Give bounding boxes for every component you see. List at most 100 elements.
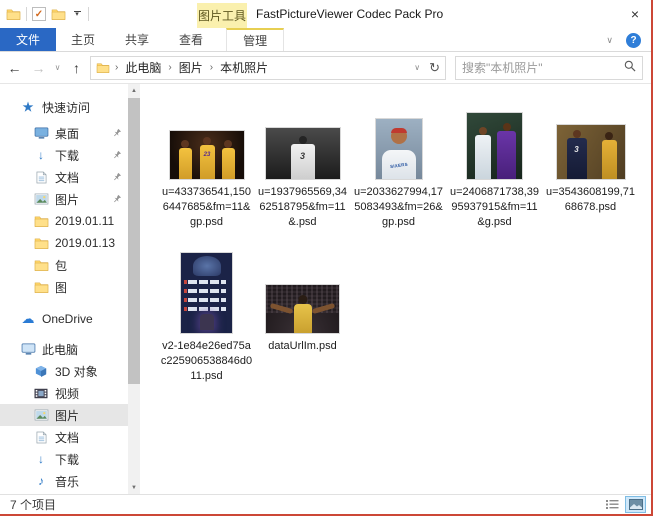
- back-button[interactable]: ←: [4, 60, 25, 76]
- file-item-7[interactable]: dataUrlIm.psd: [258, 248, 347, 384]
- picture-tools-contextual-header[interactable]: 图片工具: [197, 3, 247, 28]
- scrollbar-thumb[interactable]: [128, 98, 140, 384]
- breadcrumb-current-folder[interactable]: 本机照片: [218, 59, 270, 76]
- breadcrumb-pictures[interactable]: 图片: [177, 59, 205, 76]
- sidebar-item-label: 图: [55, 279, 67, 296]
- sidebar-item-label: 视频: [55, 385, 79, 402]
- sidebar-item-label: OneDrive: [42, 312, 93, 326]
- tab-view[interactable]: 查看: [166, 28, 216, 51]
- sidebar-item-folder-2019-01-13[interactable]: 2019.01.13: [0, 232, 128, 254]
- player-figure: [200, 314, 214, 330]
- quick-access-toolbar: ✓ ▾: [0, 0, 89, 28]
- breadcrumb-this-pc[interactable]: 此电脑: [123, 59, 163, 76]
- tab-home[interactable]: 主页: [58, 28, 108, 51]
- breadcrumb-separator: ›: [168, 62, 171, 73]
- sidebar-item-folder-tu[interactable]: 图: [0, 276, 128, 298]
- breadcrumb-separator: ›: [115, 62, 118, 73]
- close-button[interactable]: ×: [619, 0, 651, 28]
- file-item-5[interactable]: 3 u=3543608199,7168678.psd: [546, 102, 635, 230]
- star-icon: ★: [20, 100, 36, 114]
- file-thumbnail: [265, 284, 340, 334]
- sidebar-item-onedrive[interactable]: ☁ OneDrive: [0, 308, 128, 330]
- caret-down-icon: ▾: [75, 12, 79, 18]
- file-item-4[interactable]: u=2406871738,3995937915&fm=11&g.psd: [450, 102, 539, 230]
- up-button[interactable]: ↑: [66, 60, 87, 76]
- status-bar: 7 个项目: [0, 494, 651, 514]
- this-pc-icon: [20, 343, 36, 355]
- sidebar-scrollbar[interactable]: ▲ ▼: [128, 84, 140, 494]
- file-item-6[interactable]: v2-1e84e26ed75ac225906538846d011.psd: [162, 248, 251, 384]
- minimize-button[interactable]: [555, 0, 587, 28]
- file-item-2[interactable]: 3 u=1937965569,3462518795&fm=11&.psd: [258, 102, 347, 230]
- jersey-number: 3: [291, 151, 315, 161]
- video-icon: [33, 388, 49, 399]
- view-toggle-buttons: [602, 496, 646, 513]
- file-item-3[interactable]: SIXERS u=2033627994,175083493&fm=26&gp.p…: [354, 102, 443, 230]
- sidebar-item-folder-bao[interactable]: 包: [0, 254, 128, 276]
- tab-manage[interactable]: 管理: [226, 28, 284, 51]
- folder-icon: [33, 281, 49, 293]
- customize-toolbar-caret-icon[interactable]: ▾: [71, 11, 83, 18]
- sidebar-item-pictures[interactable]: 图片: [0, 188, 128, 210]
- search-box[interactable]: [455, 56, 643, 80]
- refresh-icon[interactable]: ↻: [429, 60, 440, 76]
- jersey-number: 23: [200, 152, 215, 158]
- pictures-icon: [33, 193, 49, 205]
- file-name: dataUrlIm.psd: [257, 339, 349, 354]
- expand-ribbon-chevron-icon[interactable]: ∨: [606, 35, 613, 46]
- scroll-down-icon[interactable]: ▼: [128, 481, 140, 494]
- breadcrumb[interactable]: › 此电脑 › 图片 › 本机照片 ∨ ↻: [90, 56, 446, 80]
- sidebar-item-documents[interactable]: 文档: [0, 166, 128, 188]
- large-icons-view-button[interactable]: [625, 496, 646, 513]
- properties-check-icon[interactable]: ✓: [32, 7, 46, 21]
- sidebar-item-3d-objects[interactable]: 3D 对象: [0, 360, 128, 382]
- location-folder-icon: [96, 62, 110, 73]
- details-view-button[interactable]: [602, 496, 623, 513]
- sidebar-item-label: 此电脑: [42, 341, 78, 358]
- desktop-icon: [33, 127, 49, 139]
- address-right-controls: ∨ ↻: [414, 60, 440, 76]
- scroll-up-icon[interactable]: ▲: [128, 84, 140, 97]
- sidebar-item-documents-this-pc[interactable]: 文档: [0, 426, 128, 448]
- sidebar-item-videos[interactable]: 视频: [0, 382, 128, 404]
- player-figure: [294, 304, 312, 334]
- document-icon: [33, 171, 49, 184]
- sidebar-item-music[interactable]: ♪ 音乐: [0, 470, 128, 492]
- sidebar-item-this-pc[interactable]: 此电脑: [0, 338, 128, 360]
- sidebar-item-label: 下载: [55, 451, 79, 468]
- player-figure: 23: [200, 145, 215, 180]
- cloud-icon: ☁: [20, 311, 36, 327]
- file-item-1[interactable]: 23 u=433736541,1506447685&fm=11&gp.psd: [162, 102, 251, 230]
- help-icon[interactable]: ?: [626, 33, 641, 48]
- pin-icon: [113, 194, 122, 203]
- search-icon[interactable]: [624, 59, 636, 77]
- sidebar-item-label: 图片: [55, 407, 79, 424]
- sidebar-item-folder-2019-01-11[interactable]: 2019.01.11: [0, 210, 128, 232]
- file-thumbnail: [466, 112, 523, 180]
- search-input[interactable]: [462, 61, 624, 75]
- file-row-1: 23 u=433736541,1506447685&fm=11&gp.psd 3…: [162, 102, 651, 230]
- sidebar-item-desktop[interactable]: 桌面: [0, 122, 128, 144]
- address-bar: ← → ∨ ↑ › 此电脑 › 图片 › 本机照片 ∨ ↻: [0, 52, 651, 84]
- ribbon-right-controls: ∨ ?: [606, 28, 641, 52]
- player-arm: [270, 303, 293, 314]
- new-folder-icon[interactable]: [51, 8, 66, 20]
- pictures-icon: [33, 409, 49, 421]
- ribbon-tab-row: 文件 主页 共享 查看 管理 ∨ ?: [0, 28, 651, 52]
- explorer-folder-icon[interactable]: [6, 8, 21, 20]
- file-name: u=2406871738,3995937915&fm=11&g.psd: [449, 185, 541, 230]
- forward-button[interactable]: →: [28, 60, 49, 76]
- sidebar-item-pictures-this-pc[interactable]: 图片: [0, 404, 128, 426]
- sidebar-item-downloads-this-pc[interactable]: ↓ 下载: [0, 448, 128, 470]
- recent-locations-chevron-icon[interactable]: ∨: [52, 63, 63, 72]
- address-dropdown-chevron-icon[interactable]: ∨: [414, 63, 420, 72]
- maximize-button[interactable]: [587, 0, 619, 28]
- caption-buttons: ×: [555, 0, 651, 28]
- jersey-number: 3: [567, 145, 587, 154]
- sidebar-item-quick-access[interactable]: ★ 快速访问: [0, 96, 128, 118]
- sidebar-item-label: 包: [55, 257, 67, 274]
- sidebar-item-downloads[interactable]: ↓ 下载: [0, 144, 128, 166]
- sidebar-item-label: 2019.01.13: [55, 236, 115, 250]
- tab-share[interactable]: 共享: [112, 28, 162, 51]
- tab-file[interactable]: 文件: [0, 28, 56, 51]
